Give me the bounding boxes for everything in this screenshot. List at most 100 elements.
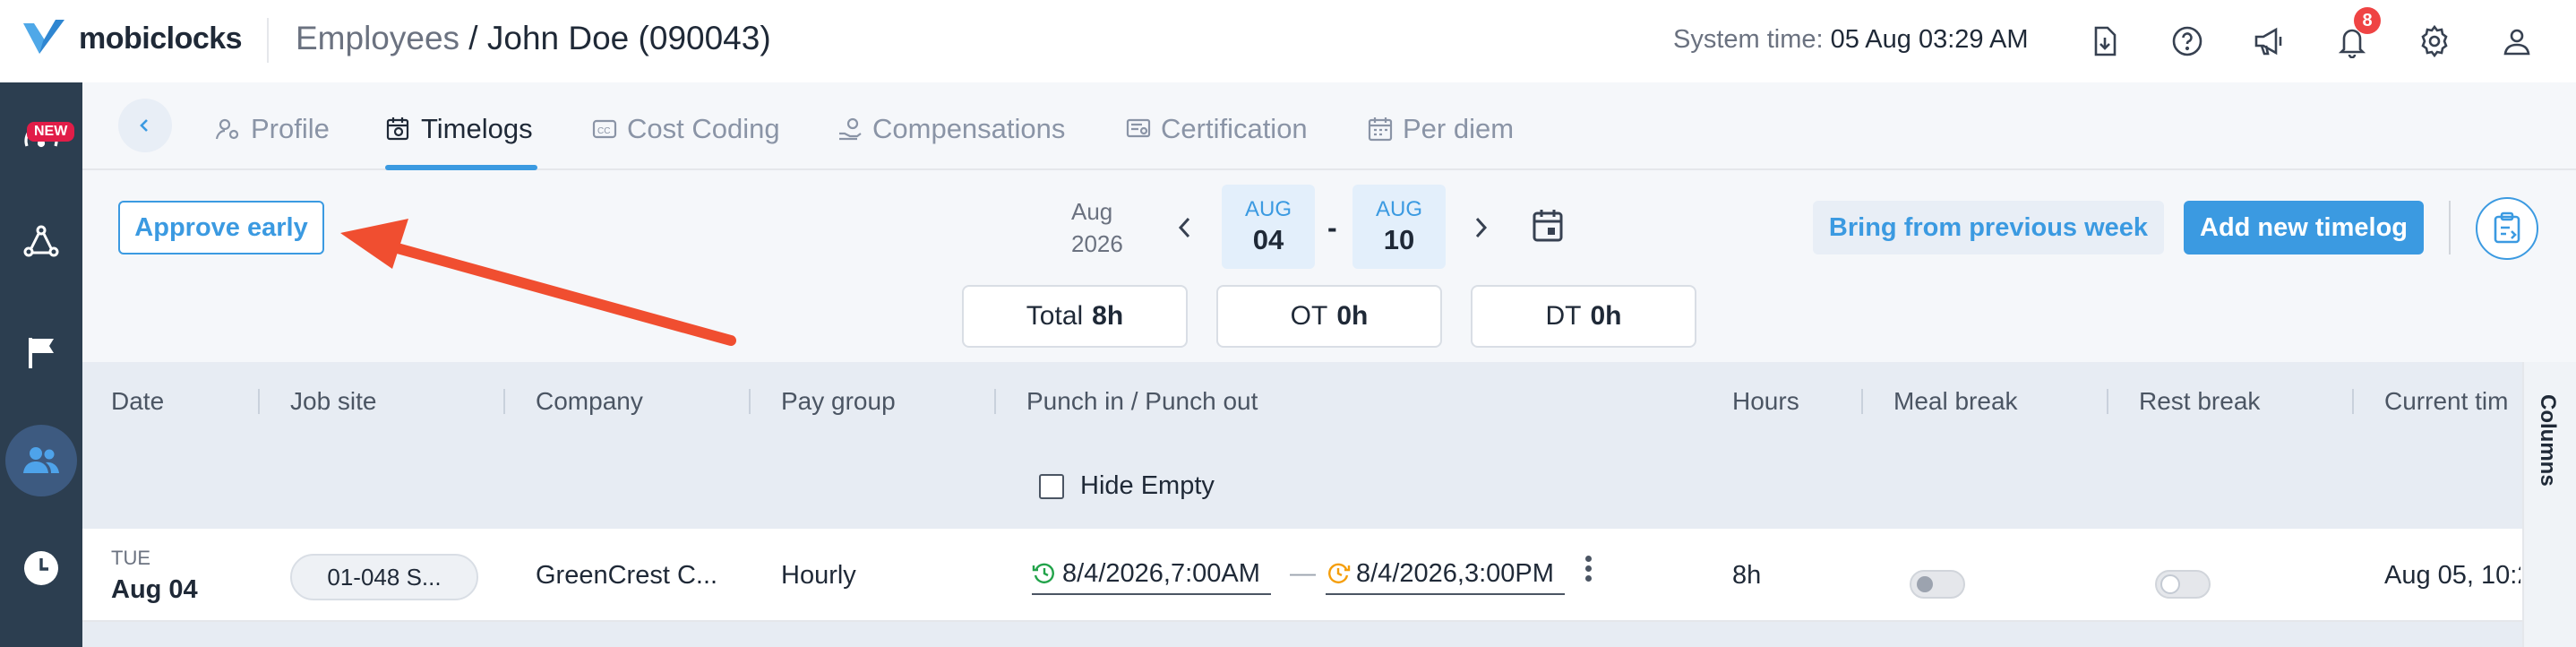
new-tag-badge: NEW (27, 122, 75, 142)
punch-out-value: 8/4/2026,3:00PM (1356, 558, 1554, 588)
start-day: 04 (1252, 224, 1284, 255)
column-header-meal-break[interactable]: Meal break (1893, 387, 2018, 416)
clock-icon[interactable] (14, 541, 68, 595)
month-label: Aug (1071, 198, 1113, 225)
toolbar-divider (2449, 201, 2451, 254)
column-resize-handle[interactable] (258, 389, 260, 414)
back-button[interactable] (118, 99, 172, 152)
column-resize-handle[interactable] (503, 389, 505, 414)
breadcrumb: Employees / John Doe (090043) (296, 20, 771, 57)
system-time-label: System time: (1673, 25, 1824, 54)
end-date-picker[interactable]: AUG 10 (1352, 185, 1446, 269)
tab-compensations[interactable]: Compensations (837, 109, 1065, 149)
month-year-label: Aug 2026 (1071, 195, 1123, 260)
column-resize-handle[interactable] (994, 389, 996, 414)
mobiclocks-logo-icon (23, 20, 64, 54)
hide-empty-label: Hide Empty (1080, 471, 1215, 500)
chevron-right-icon (1475, 217, 1488, 238)
employees-people-icon[interactable] (5, 425, 77, 496)
punch-in-field[interactable]: 8/4/2026,7:00AM (1032, 554, 1271, 595)
help-icon[interactable] (2169, 23, 2205, 59)
column-header-rest-break[interactable]: Rest break (2139, 387, 2260, 416)
approve-early-button[interactable]: Approve early (118, 201, 324, 254)
punch-out-clock-icon (1328, 563, 1351, 583)
clipboard-icon (2494, 211, 2520, 244)
settings-gear-icon[interactable] (2417, 23, 2452, 59)
table-row-separator (82, 622, 2522, 647)
active-tab-indicator (385, 165, 537, 170)
column-resize-handle[interactable] (2352, 389, 2354, 414)
row-date: Aug 04 (111, 575, 198, 604)
total-label: Total (1026, 301, 1084, 331)
row-current-time: Aug 05, 10:2 (2384, 561, 2520, 590)
logo[interactable]: mobiclocks (20, 16, 243, 61)
top-header: mobiclocks Employees / John Doe (090043)… (0, 0, 2576, 82)
tab-profile[interactable]: Profile (215, 109, 330, 149)
start-date-picker[interactable]: AUG 04 (1222, 185, 1315, 269)
hide-empty-checkbox[interactable]: Hide Empty (1039, 471, 1215, 501)
breadcrumb-current: John Doe (090043) (486, 20, 771, 56)
column-header-hours[interactable]: Hours (1732, 387, 1799, 416)
tab-timelogs-label: Timelogs (421, 113, 533, 144)
chevron-left-icon (140, 119, 148, 132)
punch-in-value: 8/4/2026,7:00AM (1062, 558, 1260, 588)
ot-label: OT (1290, 301, 1328, 331)
svg-text:CC: CC (597, 126, 610, 136)
tab-cost-coding[interactable]: CC Cost Coding (591, 109, 780, 149)
meal-break-toggle[interactable] (1910, 570, 1965, 599)
bring-from-previous-week-button[interactable]: Bring from previous week (1813, 201, 2164, 254)
tab-per-diem-label: Per diem (1403, 113, 1515, 144)
column-resize-handle[interactable] (1861, 389, 1863, 414)
system-time-value: 05 Aug 03:29 AM (1830, 25, 2029, 54)
punch-out-field[interactable]: 8/4/2026,3:00PM (1326, 554, 1565, 595)
workflow-network-icon[interactable] (14, 215, 68, 269)
chevron-left-icon (1178, 217, 1190, 238)
tab-per-diem[interactable]: Per diem (1367, 109, 1514, 149)
timelog-icon (386, 117, 409, 141)
column-header-pay-group[interactable]: Pay group (781, 387, 896, 416)
column-resize-handle[interactable] (2107, 389, 2108, 414)
job-site-chip[interactable]: 01-048 S... (290, 554, 478, 600)
column-header-current-time[interactable]: Current tim (2384, 387, 2520, 416)
dt-label: DT (1545, 301, 1582, 331)
tab-profile-label: Profile (251, 113, 330, 144)
tab-timelogs[interactable]: Timelogs (385, 109, 533, 149)
ot-hours-summary: OT 0h (1216, 285, 1442, 348)
checkbox-box[interactable] (1039, 473, 1064, 499)
punch-in-clock-icon (1032, 563, 1054, 583)
row-company: GreenCrest C... (536, 561, 718, 590)
column-header-punch[interactable]: Punch in / Punch out (1026, 387, 1258, 416)
tab-certification[interactable]: Certification (1125, 109, 1308, 149)
total-value: 8h (1092, 301, 1124, 331)
year-label: 2026 (1071, 230, 1123, 257)
calendar-picker-icon[interactable] (1532, 208, 1564, 248)
flag-icon[interactable] (14, 326, 68, 380)
clipboard-export-button[interactable] (2476, 197, 2538, 260)
column-header-job-site[interactable]: Job site (290, 387, 377, 416)
tab-cost-coding-label: Cost Coding (627, 113, 780, 144)
calendar-icon (1368, 117, 1393, 142)
dt-hours-summary: DT 0h (1471, 285, 1696, 348)
punch-separator: — (1290, 559, 1316, 588)
row-more-options-icon[interactable] (1585, 556, 1592, 582)
add-new-timelog-button[interactable]: Add new timelog (2184, 201, 2424, 254)
column-header-company[interactable]: Company (536, 387, 643, 416)
total-hours-summary: Total 8h (962, 285, 1188, 348)
user-profile-icon[interactable] (2499, 23, 2535, 59)
columns-button-label[interactable]: Columns (2535, 394, 2560, 487)
column-header-date[interactable]: Date (111, 387, 164, 416)
row-pay-group: Hourly (781, 561, 856, 590)
logo-text: mobiclocks (79, 21, 243, 56)
previous-week-button[interactable] (1172, 211, 1198, 244)
megaphone-icon[interactable] (2252, 23, 2288, 59)
column-resize-handle[interactable] (749, 389, 751, 414)
download-icon[interactable] (2087, 23, 2123, 59)
tab-compensations-label: Compensations (872, 113, 1066, 144)
end-day: 10 (1383, 224, 1415, 255)
rest-break-toggle[interactable] (2155, 570, 2211, 599)
breadcrumb-parent[interactable]: Employees (296, 20, 459, 56)
next-week-button[interactable] (1467, 211, 1494, 244)
header-divider (267, 18, 269, 63)
cc-icon: CC (592, 119, 617, 139)
system-time: System time: 05 Aug 03:29 AM (1673, 25, 2029, 55)
